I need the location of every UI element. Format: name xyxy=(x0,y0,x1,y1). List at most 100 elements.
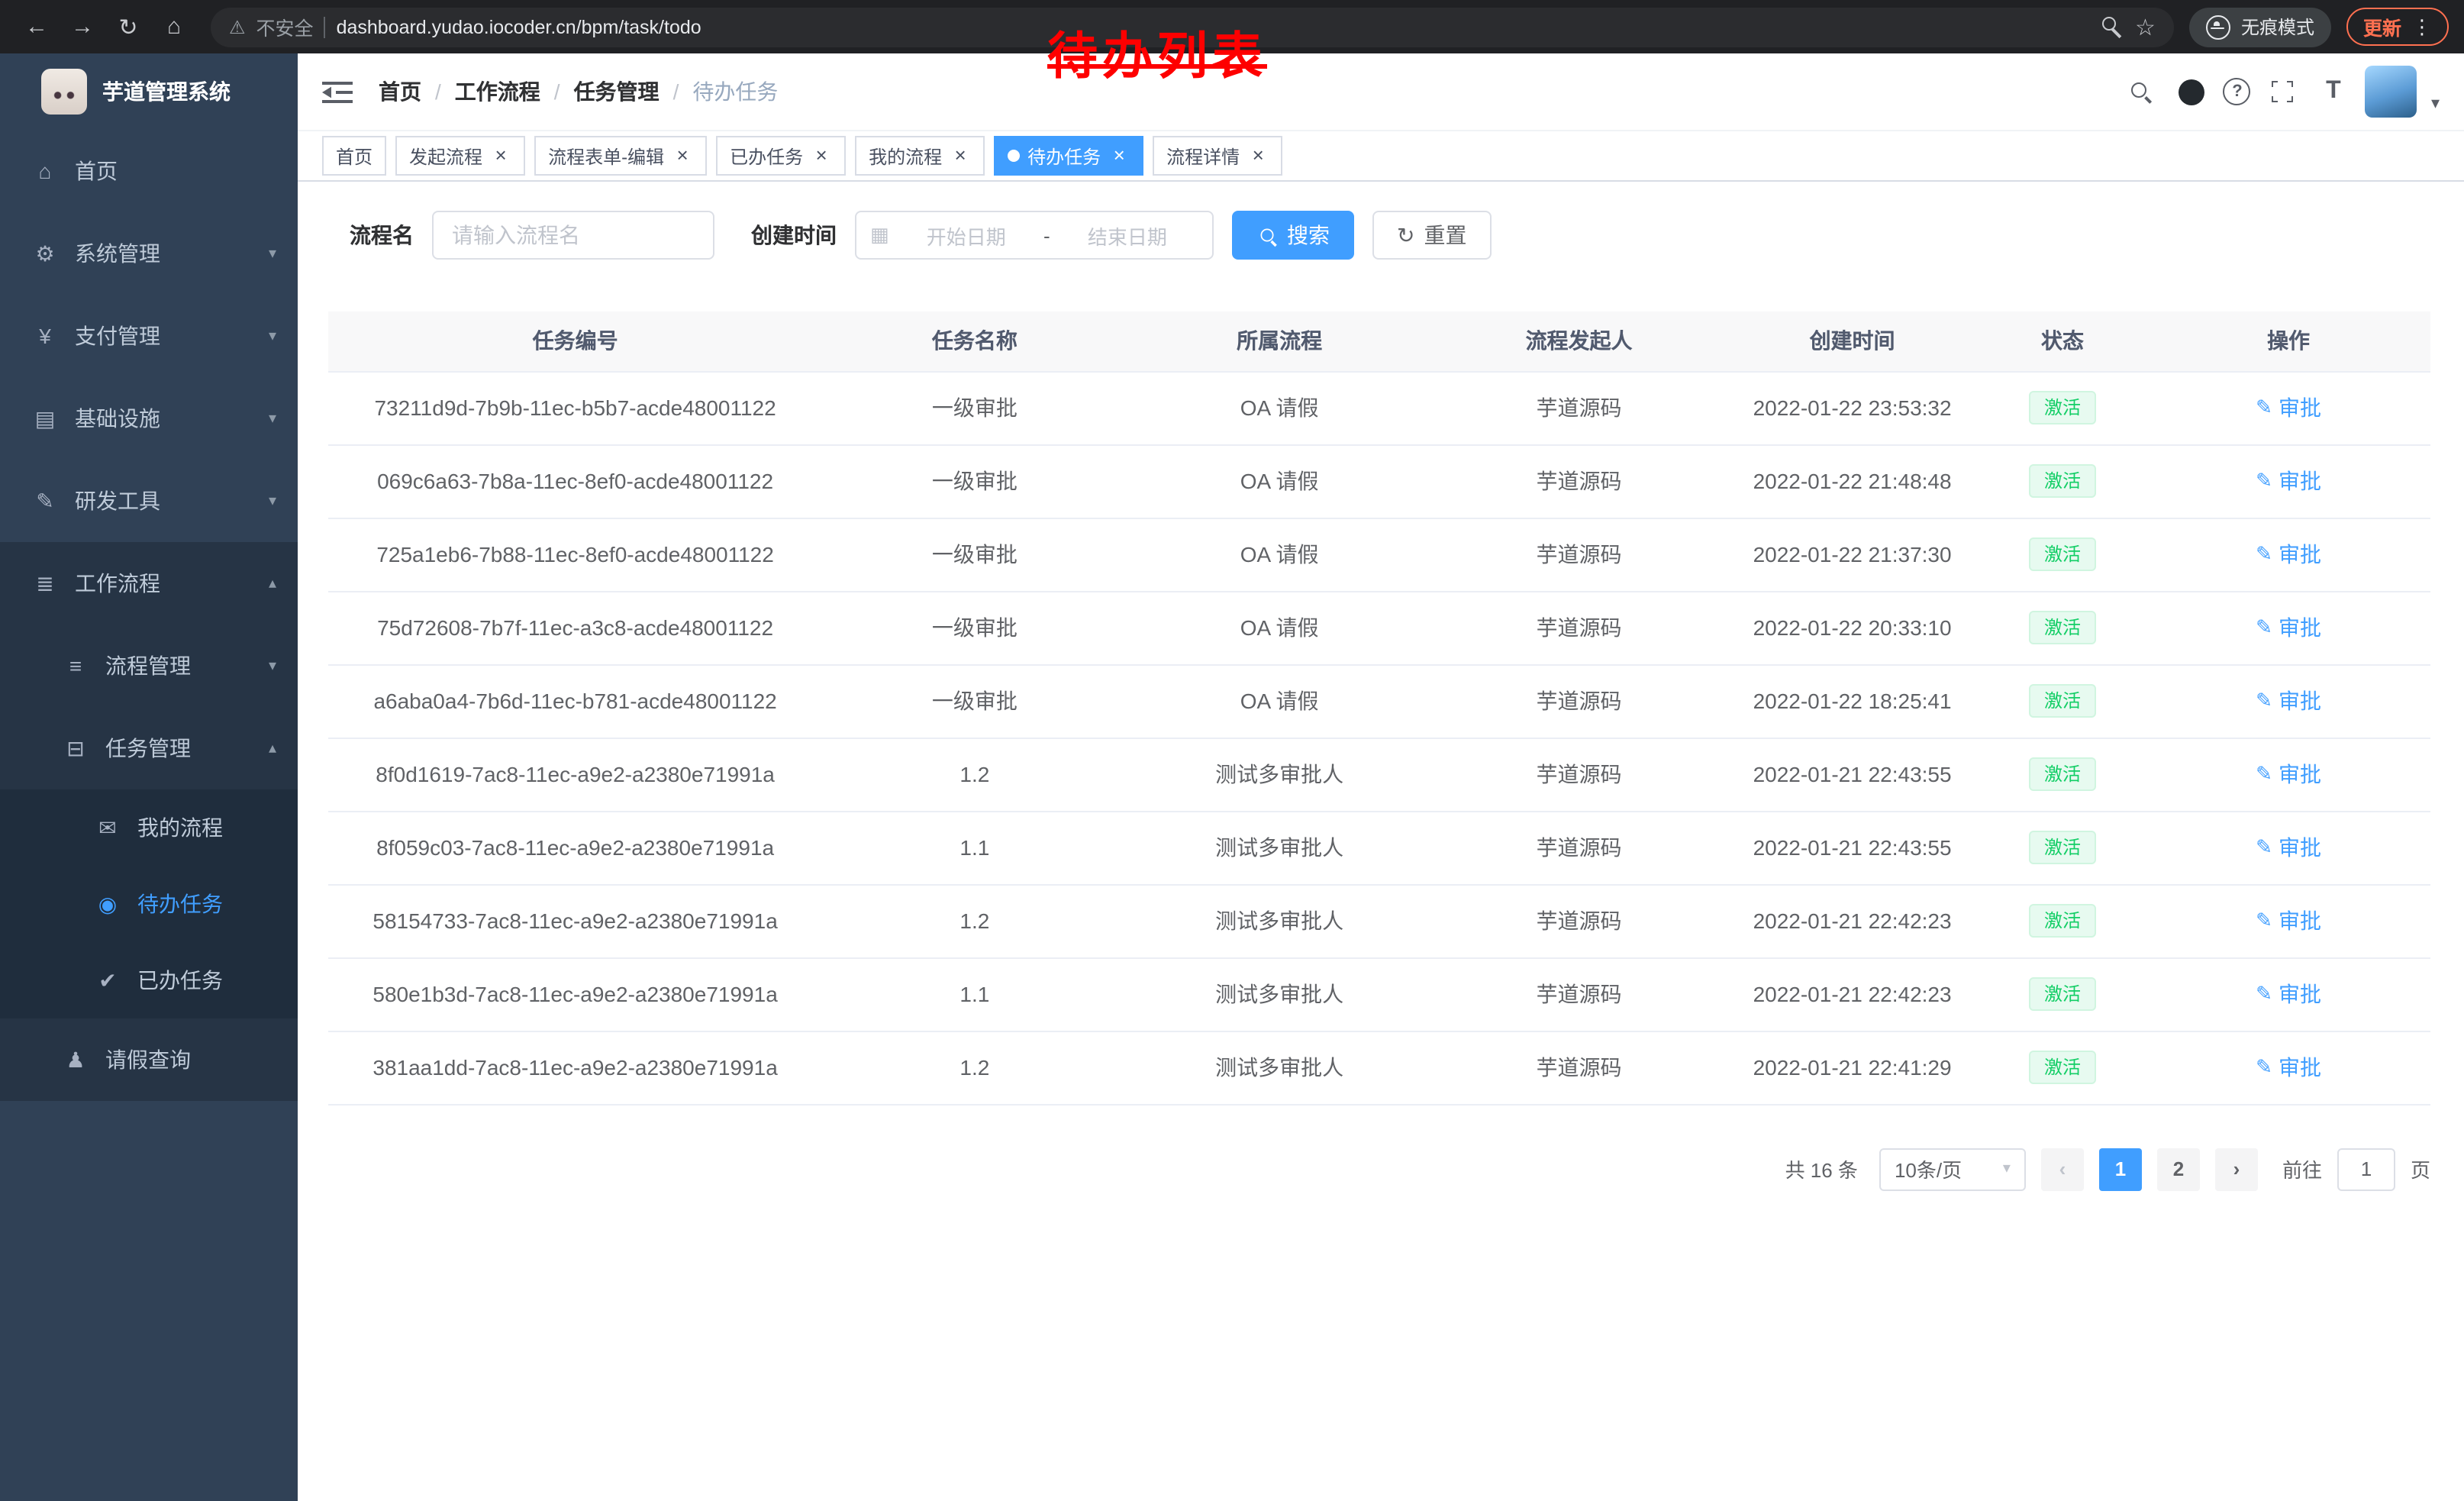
forward-icon[interactable]: → xyxy=(61,5,104,48)
approve-link[interactable]: ✎ 审批 xyxy=(2256,392,2321,423)
sidebar-menu-item[interactable]: ≡ 流程管理 xyxy=(0,625,298,707)
sidebar-menu-item[interactable]: ¥ 支付管理 xyxy=(0,295,298,377)
approve-link[interactable]: ✎ 审批 xyxy=(2256,466,2321,496)
cell-initiator: 芋道源码 xyxy=(1432,884,1727,957)
sidebar-item-label: 请假查询 xyxy=(105,1044,260,1075)
sidebar-menu-item[interactable]: ♟ 请假查询 xyxy=(0,1018,298,1101)
fullscreen-icon[interactable] xyxy=(2265,73,2301,110)
page-button-2[interactable]: 2 xyxy=(2157,1148,2200,1190)
table-row: 069c6a63-7b8a-11ec-8ef0-acde48001122 一级审… xyxy=(328,444,2430,518)
tab-item[interactable]: 流程详情 × xyxy=(1153,136,1282,176)
tab-item[interactable]: 我的流程 × xyxy=(855,136,985,176)
todo-task-icon: ◉ xyxy=(95,891,121,917)
user-avatar[interactable] xyxy=(2366,66,2417,118)
approve-link[interactable]: ✎ 审批 xyxy=(2256,686,2321,716)
home-icon[interactable]: ⌂ xyxy=(153,5,195,48)
approve-link[interactable]: ✎ 审批 xyxy=(2256,832,2321,863)
breadcrumb-item[interactable]: 首页 / xyxy=(379,76,455,107)
cell-task-name: 一级审批 xyxy=(822,518,1127,591)
cell-process: OA 请假 xyxy=(1127,591,1432,664)
approve-link-label: 审批 xyxy=(2279,759,2321,789)
approve-link[interactable]: ✎ 审批 xyxy=(2256,979,2321,1009)
tab-close-icon[interactable]: × xyxy=(811,145,832,166)
omnibox-divider xyxy=(324,16,326,37)
edit-icon: ✎ xyxy=(2256,762,2272,786)
approve-link[interactable]: ✎ 审批 xyxy=(2256,905,2321,936)
prev-page-button[interactable]: ‹ xyxy=(2041,1148,2084,1190)
cell-action: ✎ 审批 xyxy=(2146,738,2430,811)
reset-button[interactable]: ↻ 重置 xyxy=(1372,211,1491,260)
browser-menu-icon[interactable]: ⋮ xyxy=(2412,15,2432,39)
bookmark-star-icon[interactable]: ☆ xyxy=(2135,13,2156,40)
breadcrumb-item[interactable]: 待办任务 / xyxy=(692,76,778,107)
update-button[interactable]: 更新 ⋮ xyxy=(2346,8,2449,46)
next-page-button[interactable]: › xyxy=(2215,1148,2258,1190)
breadcrumb-item[interactable]: 工作流程 / xyxy=(455,76,574,107)
status-badge: 激活 xyxy=(2029,1051,2096,1084)
search-icon[interactable] xyxy=(2123,73,2159,110)
cell-initiator: 芋道源码 xyxy=(1432,664,1727,738)
url-text[interactable]: dashboard.yudao.iocoder.cn/bpm/task/todo xyxy=(337,16,701,37)
cell-task-name: 1.2 xyxy=(822,738,1127,811)
sidebar-menu-item[interactable]: ⚙ 系统管理 xyxy=(0,212,298,295)
cell-created-time: 2022-01-21 22:42:23 xyxy=(1726,957,1978,1031)
cell-created-time: 2022-01-22 18:25:41 xyxy=(1726,664,1978,738)
tab-close-icon[interactable]: × xyxy=(672,145,693,166)
cell-process: 测试多审批人 xyxy=(1127,884,1432,957)
date-range-picker[interactable]: ▦ 开始日期 - 结束日期 xyxy=(855,211,1214,260)
sidebar-menu-item[interactable]: ✉ 我的流程 xyxy=(0,789,298,866)
help-icon[interactable]: ? xyxy=(2224,78,2251,105)
tab-item[interactable]: 流程表单-编辑 × xyxy=(534,136,707,176)
search-button[interactable]: 搜索 xyxy=(1232,211,1354,260)
table-row: a6aba0a4-7b6d-11ec-b781-acde48001122 一级审… xyxy=(328,664,2430,738)
tab-close-icon[interactable]: × xyxy=(1247,145,1269,166)
tab-close-icon[interactable]: × xyxy=(950,145,971,166)
tab-item[interactable]: 已办任务 × xyxy=(716,136,846,176)
approve-link[interactable]: ✎ 审批 xyxy=(2256,539,2321,570)
cell-action: ✎ 审批 xyxy=(2146,664,2430,738)
password-key-icon[interactable] xyxy=(2100,15,2124,39)
avatar-caret-icon[interactable]: ▾ xyxy=(2431,93,2440,113)
cell-process: OA 请假 xyxy=(1127,664,1432,738)
goto-page-input[interactable] xyxy=(2337,1148,2395,1190)
approve-link[interactable]: ✎ 审批 xyxy=(2256,1052,2321,1083)
cell-action: ✎ 审批 xyxy=(2146,591,2430,664)
sidebar-menu-item[interactable]: ⌂ 首页 xyxy=(0,130,298,212)
page-size-select[interactable]: 10条/页 ▾ xyxy=(1879,1148,2026,1190)
tab-close-icon[interactable]: × xyxy=(1108,145,1130,166)
table-body: 73211d9d-7b9b-11ec-b5b7-acde48001122 一级审… xyxy=(328,371,2430,1104)
cell-initiator: 芋道源码 xyxy=(1432,738,1727,811)
page-button-1[interactable]: 1 xyxy=(2099,1148,2142,1190)
sidebar-item-label: 研发工具 xyxy=(75,486,252,516)
process-name-input[interactable] xyxy=(432,211,714,260)
tab-close-icon[interactable]: × xyxy=(490,145,511,166)
start-date-input[interactable]: 开始日期 xyxy=(895,221,1037,250)
security-label[interactable]: 不安全 xyxy=(256,12,314,41)
github-icon[interactable] xyxy=(2173,73,2210,110)
breadcrumb-item[interactable]: 任务管理 / xyxy=(574,76,693,107)
sidebar-toggle-icon[interactable] xyxy=(322,78,356,105)
end-date-input[interactable]: 结束日期 xyxy=(1056,221,1198,250)
tab-label: 待办任务 xyxy=(1027,143,1101,169)
sidebar-menu-item[interactable]: ◉ 待办任务 xyxy=(0,866,298,942)
approve-link[interactable]: ✎ 审批 xyxy=(2256,612,2321,643)
approve-link[interactable]: ✎ 审批 xyxy=(2256,759,2321,789)
approve-link-label: 审批 xyxy=(2279,539,2321,570)
approve-link-label: 审批 xyxy=(2279,979,2321,1009)
tab-item[interactable]: 待办任务 × xyxy=(994,136,1143,176)
sidebar-menu-item[interactable]: ✔ 已办任务 xyxy=(0,942,298,1018)
sidebar-menu-item[interactable]: ≣ 工作流程 xyxy=(0,542,298,625)
pagination: 共 16 条 10条/页 ▾ ‹ 1 2 › 前往 页 xyxy=(328,1148,2430,1190)
font-size-icon[interactable]: T xyxy=(2315,73,2352,110)
reload-icon[interactable]: ↻ xyxy=(107,5,150,48)
back-icon[interactable]: ← xyxy=(15,5,58,48)
cell-initiator: 芋道源码 xyxy=(1432,811,1727,884)
sidebar-menu-item[interactable]: ✎ 研发工具 xyxy=(0,460,298,542)
done-task-icon: ✔ xyxy=(95,967,121,993)
tab-item[interactable]: 发起流程 × xyxy=(395,136,525,176)
active-dot-icon xyxy=(1008,150,1020,162)
sidebar-menu-item[interactable]: ▤ 基础设施 xyxy=(0,377,298,460)
tab-item[interactable]: 首页 × xyxy=(322,136,386,176)
sidebar-menu-item[interactable]: ⊟ 任务管理 xyxy=(0,707,298,789)
column-header: 操作 xyxy=(2146,311,2430,371)
